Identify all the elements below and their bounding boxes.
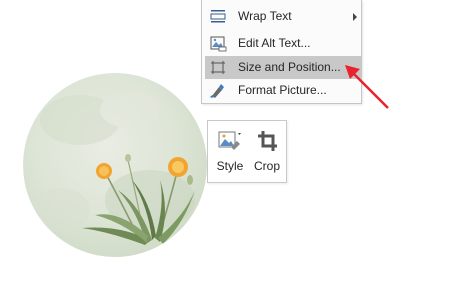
menu-item-edit-alt-text[interactable]: Edit Alt Text... bbox=[205, 32, 361, 55]
menu-item-size-and-position[interactable]: Size and Position... bbox=[205, 56, 361, 79]
submenu-arrow-icon bbox=[353, 13, 357, 21]
menu-label-wrap-text: Wrap Text bbox=[238, 9, 292, 23]
crop-icon bbox=[258, 131, 277, 151]
mini-toolbar: Style Crop bbox=[207, 120, 287, 183]
menu-item-format-picture[interactable]: Format Picture... bbox=[205, 79, 361, 102]
menu-label-edit-alt-text: Edit Alt Text... bbox=[238, 36, 311, 50]
crop-label: Crop bbox=[253, 159, 280, 173]
context-menu: Wrap Text Edit Alt Text... Size and Posi… bbox=[201, 0, 362, 104]
menu-item-wrap-text[interactable]: Wrap Text bbox=[205, 5, 361, 28]
style-label: Style bbox=[216, 159, 244, 173]
wrap-text-icon bbox=[210, 10, 226, 23]
size-position-icon bbox=[211, 61, 225, 74]
crop-button[interactable]: Crop bbox=[250, 127, 284, 179]
menu-label-format-picture: Format Picture... bbox=[238, 83, 327, 97]
alt-text-icon bbox=[210, 36, 227, 52]
format-picture-icon bbox=[210, 84, 224, 98]
style-button[interactable]: Style bbox=[212, 127, 248, 179]
picture-style-icon bbox=[218, 131, 241, 150]
menu-label-size-and-position: Size and Position... bbox=[238, 60, 341, 74]
